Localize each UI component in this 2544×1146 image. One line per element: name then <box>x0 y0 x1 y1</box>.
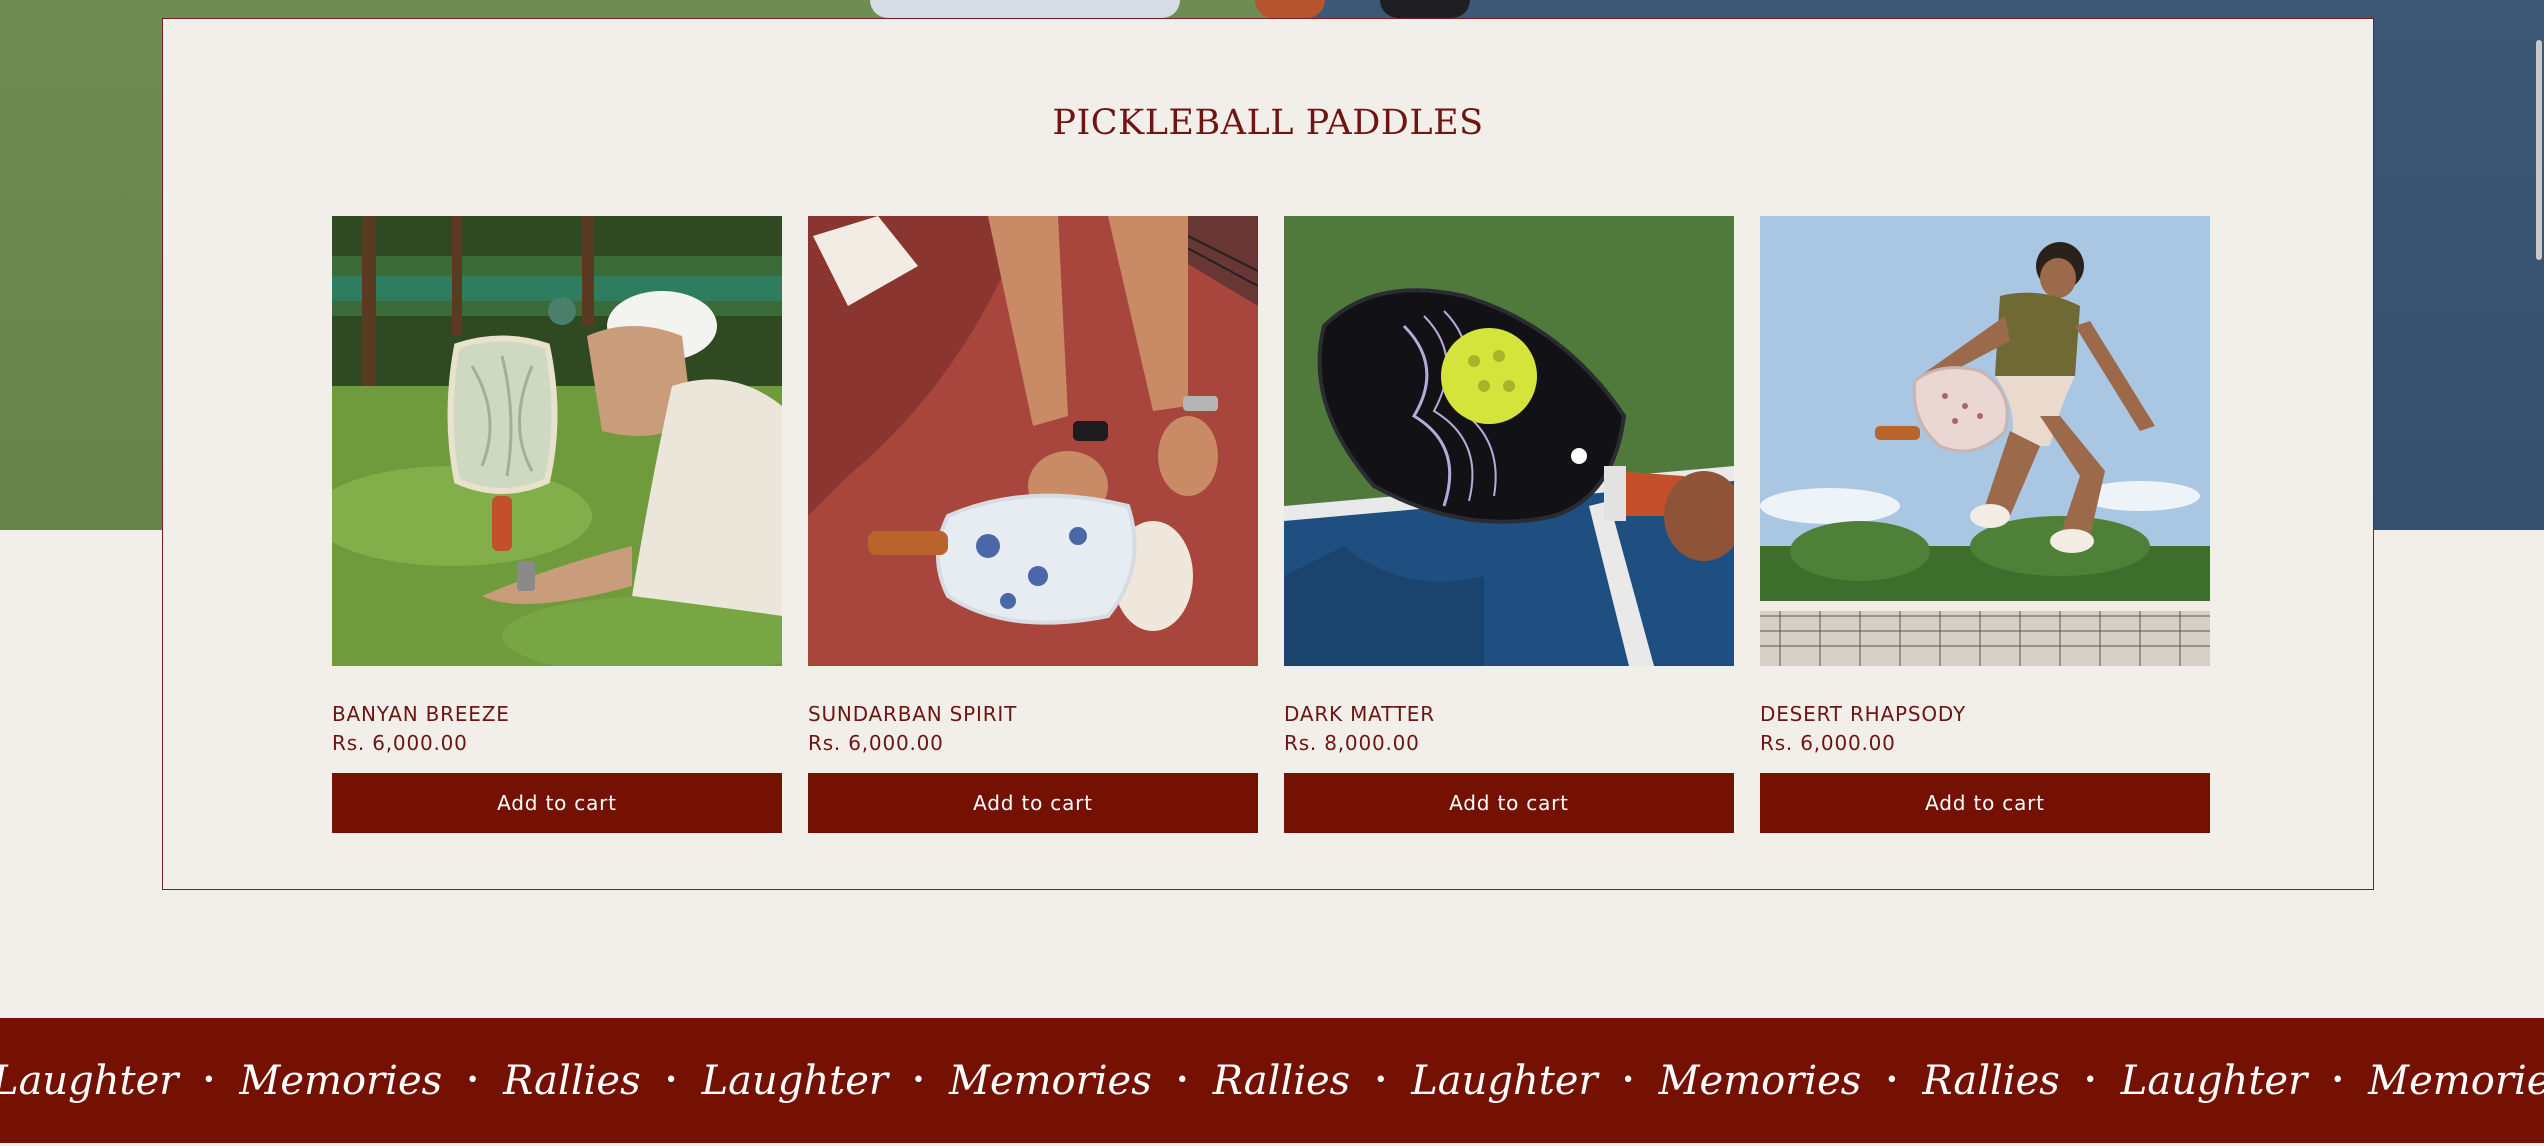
marquee-separator: • <box>1175 1068 1189 1093</box>
product-name[interactable]: DARK MATTER <box>1284 702 1734 726</box>
add-to-cart-button[interactable]: Add to cart <box>332 773 782 833</box>
product-name[interactable]: DESERT RHAPSODY <box>1760 702 2210 726</box>
product-card: DESERT RHAPSODY Rs. 6,000.00 Add to cart <box>1760 216 2210 833</box>
hero-paddle-edge-dark <box>1380 0 1470 18</box>
marquee-word: Laughter <box>701 1057 888 1104</box>
banyan-breeze-photo <box>332 216 782 666</box>
product-image[interactable] <box>1760 216 2210 666</box>
marquee-word: Rallies <box>1922 1057 2060 1104</box>
marquee-separator: • <box>1621 1068 1635 1093</box>
product-card: SUNDARBAN SPIRIT Rs. 6,000.00 Add to car… <box>808 216 1258 833</box>
product-image[interactable] <box>332 216 782 666</box>
marquee-word: Rallies <box>1212 1057 1351 1104</box>
marquee-word: Memories <box>948 1057 1152 1104</box>
sundarban-spirit-photo <box>808 216 1258 666</box>
product-price: Rs. 6,000.00 <box>808 731 944 755</box>
add-to-cart-button[interactable]: Add to cart <box>808 773 1258 833</box>
product-image[interactable] <box>1284 216 1734 666</box>
marquee-banner: Laughter • Memories • Rallies • Laughter • Memor… <box>0 1018 2544 1143</box>
product-price: Rs. 8,000.00 <box>1284 731 1420 755</box>
product-name[interactable]: SUNDARBAN SPIRIT <box>808 702 1258 726</box>
desert-rhapsody-photo <box>1760 216 2210 666</box>
marquee-separator: • <box>664 1068 678 1093</box>
marquee-word: Rallies <box>503 1057 641 1104</box>
product-price: Rs. 6,000.00 <box>332 731 468 755</box>
product-card: DARK MATTER Rs. 8,000.00 Add to cart <box>1284 216 1734 833</box>
marquee-word: Memories <box>239 1057 443 1104</box>
marquee-word: Memories <box>1658 1057 1862 1104</box>
add-to-cart-button[interactable]: Add to cart <box>1284 773 1734 833</box>
marquee-separator: • <box>1885 1068 1899 1093</box>
hero-handle-edge <box>1255 0 1325 18</box>
marquee-word: Memories <box>2368 1057 2544 1104</box>
product-collection-panel: PICKLEBALL PADDLES BANYAN BREEZE Rs. 6,0… <box>162 18 2374 890</box>
product-name[interactable]: BANYAN BREEZE <box>332 702 782 726</box>
product-image[interactable] <box>808 216 1258 666</box>
marquee-separator: • <box>202 1068 216 1093</box>
add-to-cart-button[interactable]: Add to cart <box>1760 773 2210 833</box>
marquee-word: Laughter <box>1411 1057 1598 1104</box>
product-grid: BANYAN BREEZE Rs. 6,000.00 Add to cart S… <box>332 216 2210 856</box>
marquee-separator: • <box>1374 1068 1388 1093</box>
marquee-track: Laughter • Memories • Rallies • Laughter • Memor… <box>0 1018 2544 1143</box>
marquee-word: Laughter <box>2120 1057 2308 1104</box>
dark-matter-photo <box>1284 216 1734 666</box>
product-price: Rs. 6,000.00 <box>1760 731 1896 755</box>
marquee-separator: • <box>2331 1068 2345 1093</box>
marquee-separator: • <box>466 1068 480 1093</box>
marquee-separator: • <box>2083 1068 2097 1093</box>
hero-paddle-edge <box>870 0 1180 18</box>
product-card: BANYAN BREEZE Rs. 6,000.00 Add to cart <box>332 216 782 833</box>
section-title: PICKLEBALL PADDLES <box>1052 103 1484 143</box>
scrollbar-thumb[interactable] <box>2536 40 2542 260</box>
marquee-separator: • <box>912 1068 925 1093</box>
marquee-word: Laughter <box>0 1057 179 1104</box>
